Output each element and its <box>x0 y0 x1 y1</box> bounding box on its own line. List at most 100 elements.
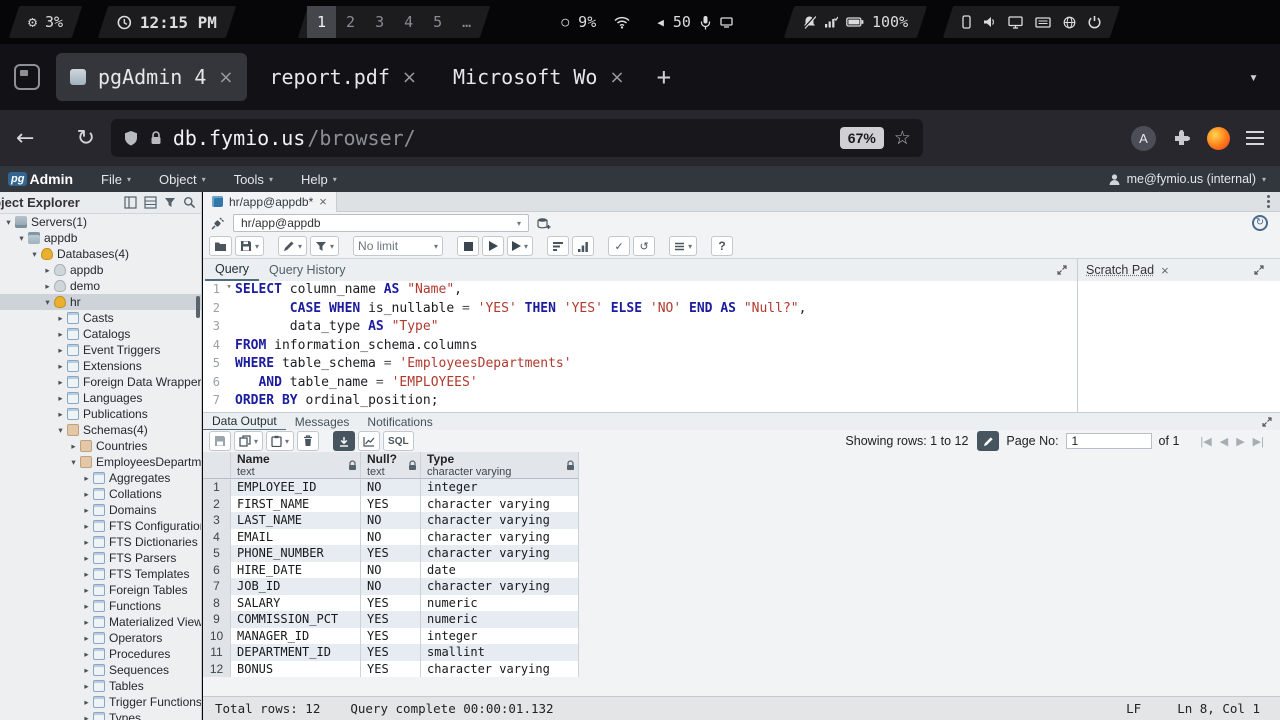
new-tab-button[interactable]: + <box>647 63 681 91</box>
cell[interactable]: date <box>421 562 579 579</box>
caret-right-icon[interactable]: ▸ <box>81 521 92 532</box>
refresh-layout-icon[interactable]: ↻ <box>1252 215 1268 231</box>
table-row[interactable]: 10MANAGER_IDYESinteger <box>203 628 1280 645</box>
tree-item-fts-configurations[interactable]: ▸FTS Configurations <box>0 518 201 534</box>
caret-right-icon[interactable]: ▸ <box>55 377 66 388</box>
table-row[interactable]: 5PHONE_NUMBERYEScharacter varying <box>203 545 1280 562</box>
extensions-puzzle-icon[interactable] <box>1172 129 1191 148</box>
table-row[interactable]: 11DEPARTMENT_IDYESsmallint <box>203 644 1280 661</box>
account-icon[interactable]: A <box>1131 126 1156 151</box>
cell[interactable]: FIRST_NAME <box>231 496 361 513</box>
caret-right-icon[interactable]: ▸ <box>68 441 79 452</box>
copy-button[interactable]: ▾ <box>234 431 263 451</box>
help-button[interactable]: ? <box>711 236 733 256</box>
menu-object[interactable]: Object▾ <box>159 172 206 187</box>
caret-right-icon[interactable]: ▸ <box>55 313 66 324</box>
row-limit-select[interactable]: No limit ▾ <box>353 236 443 256</box>
tree-item-fts-templates[interactable]: ▸FTS Templates <box>0 566 201 582</box>
power-icon[interactable] <box>1088 15 1101 29</box>
close-scratch-pad-icon[interactable]: × <box>1161 263 1169 278</box>
caret-down-icon[interactable]: ▾ <box>68 457 79 468</box>
close-tab-icon[interactable]: × <box>218 67 233 88</box>
caret-right-icon[interactable]: ▸ <box>81 649 92 660</box>
tree-item-languages[interactable]: ▸Languages <box>0 390 201 406</box>
column-header-type[interactable]: Typecharacter varying <box>421 452 579 479</box>
open-file-button[interactable] <box>209 236 232 256</box>
volume-indicator[interactable]: ◀ 50 <box>657 13 733 31</box>
filter-icon[interactable] <box>164 197 176 209</box>
explain-button[interactable] <box>547 236 569 256</box>
workspace-…[interactable]: … <box>452 6 481 38</box>
cell[interactable]: YES <box>361 661 421 678</box>
tree-item-foreign-tables[interactable]: ▸Foreign Tables <box>0 582 201 598</box>
tree-item-procedures[interactable]: ▸Procedures <box>0 646 201 662</box>
menu-icon[interactable] <box>1246 131 1264 145</box>
caret-right-icon[interactable]: ▸ <box>81 473 92 484</box>
tree-item-appdb[interactable]: ▾appdb <box>0 230 201 246</box>
tree-item-collations[interactable]: ▸Collations <box>0 486 201 502</box>
tree-item-demo[interactable]: ▸demo <box>0 278 201 294</box>
macro-button[interactable]: ▾ <box>669 236 697 256</box>
microphone-icon[interactable] <box>700 15 711 30</box>
firefox-extension-icon[interactable] <box>1207 127 1230 150</box>
cell[interactable]: LAST_NAME <box>231 512 361 529</box>
commit-button[interactable]: ✓ <box>608 236 630 256</box>
tree-item-employeesdepartments[interactable]: ▾EmployeesDepartments <box>0 454 201 470</box>
tree-item-fts-parsers[interactable]: ▸FTS Parsers <box>0 550 201 566</box>
sidebar-scrollbar-thumb[interactable] <box>196 296 200 318</box>
cell[interactable]: YES <box>361 628 421 645</box>
cell[interactable]: YES <box>361 496 421 513</box>
first-page-icon[interactable]: |◀ <box>1198 434 1213 449</box>
caret-down-icon[interactable]: ▾ <box>42 297 53 308</box>
expand-scratch-pad-icon[interactable] <box>1254 265 1264 275</box>
caret-down-icon[interactable]: ▾ <box>55 425 66 436</box>
chart-button[interactable] <box>358 431 380 451</box>
close-query-tool-icon[interactable]: × <box>319 194 327 209</box>
monitor-icon[interactable] <box>1008 16 1023 29</box>
keyboard-icon[interactable] <box>1035 17 1051 28</box>
caret-right-icon[interactable]: ▸ <box>81 489 92 500</box>
bookmark-star-icon[interactable]: ☆ <box>894 127 911 150</box>
download-results-button[interactable] <box>333 431 355 451</box>
caret-right-icon[interactable]: ▸ <box>42 265 53 276</box>
menu-file[interactable]: File▾ <box>101 172 131 187</box>
search-icon[interactable] <box>183 196 196 209</box>
tree-item-tables[interactable]: ▸Tables <box>0 678 201 694</box>
cell[interactable]: integer <box>421 479 579 496</box>
row-number[interactable]: 10 <box>203 628 231 645</box>
query-tool-tab[interactable]: hr/app@appdb* × <box>203 192 337 212</box>
row-number[interactable]: 7 <box>203 578 231 595</box>
column-header-name[interactable]: Nametext <box>231 452 361 479</box>
cell[interactable]: character varying <box>421 529 579 546</box>
fold-icon[interactable]: ▾ <box>223 282 235 301</box>
browser-tab-pgadmin[interactable]: pgAdmin 4 × <box>56 53 247 101</box>
cell[interactable]: DEPARTMENT_ID <box>231 644 361 661</box>
row-number[interactable]: 11 <box>203 644 231 661</box>
caret-right-icon[interactable]: ▸ <box>55 409 66 420</box>
caret-right-icon[interactable]: ▸ <box>81 601 92 612</box>
caret-right-icon[interactable]: ▸ <box>55 361 66 372</box>
tree-item-domains[interactable]: ▸Domains <box>0 502 201 518</box>
filter-button[interactable]: ▾ <box>310 236 339 256</box>
tree-item-servers-1[interactable]: ▾Servers(1) <box>0 214 201 230</box>
table-row[interactable]: 1EMPLOYEE_IDNOinteger <box>203 479 1280 496</box>
workspace-5[interactable]: 5 <box>423 6 452 38</box>
back-button[interactable]: ← <box>16 126 34 151</box>
cell[interactable]: smallint <box>421 644 579 661</box>
tree-item-extensions[interactable]: ▸Extensions <box>0 358 201 374</box>
tree-item-foreign-data-wrappers[interactable]: ▸Foreign Data Wrappers <box>0 374 201 390</box>
table-row[interactable]: 9COMMISSION_PCTYESnumeric <box>203 611 1280 628</box>
tree-item-types[interactable]: ▸Types <box>0 710 201 720</box>
tree-item-publications[interactable]: ▸Publications <box>0 406 201 422</box>
execute-options-button[interactable]: ▾ <box>507 236 533 256</box>
cell[interactable]: NO <box>361 562 421 579</box>
cell[interactable]: numeric <box>421 611 579 628</box>
speaker-icon[interactable] <box>983 16 996 28</box>
workspace-1[interactable]: 1 <box>307 6 336 38</box>
last-page-icon[interactable]: ▶| <box>1251 434 1266 449</box>
cell[interactable]: COMMISSION_PCT <box>231 611 361 628</box>
execute-button[interactable] <box>482 236 504 256</box>
cell[interactable]: YES <box>361 611 421 628</box>
caret-right-icon[interactable]: ▸ <box>81 633 92 644</box>
connection-status-icon[interactable] <box>208 214 228 232</box>
